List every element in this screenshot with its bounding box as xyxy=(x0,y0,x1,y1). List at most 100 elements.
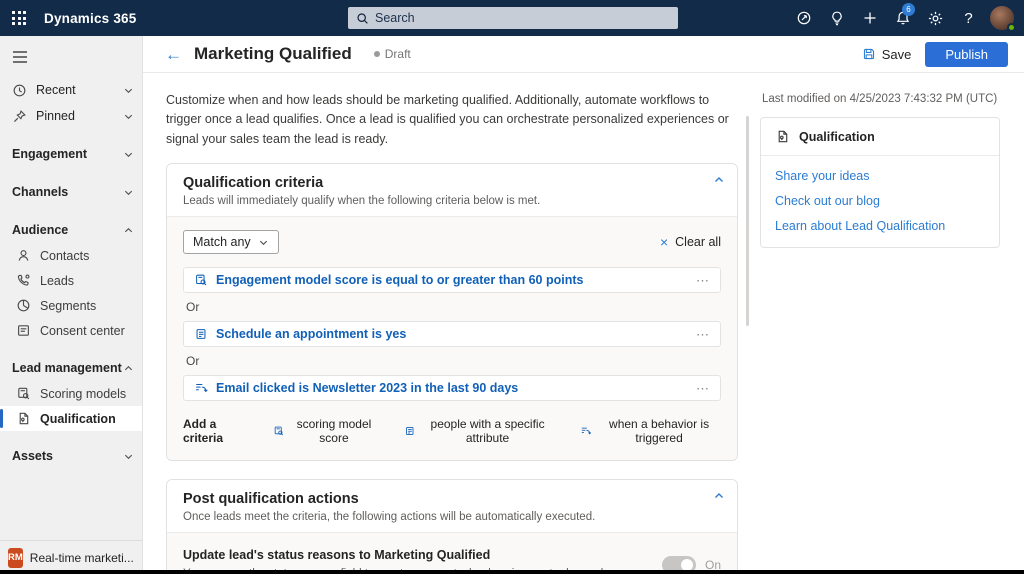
sidebar-item-qualification[interactable]: Qualification xyxy=(0,406,142,431)
or-separator: Or xyxy=(186,300,200,315)
status-badge: Draft xyxy=(373,47,411,61)
account-avatar[interactable] xyxy=(985,0,1018,36)
sidebar-group-channels[interactable]: Channels xyxy=(0,179,142,205)
environment-initials-badge: RM xyxy=(8,547,23,568)
criteria-row-email-clicked[interactable]: Email clicked is Newsletter 2023 in the … xyxy=(183,375,721,402)
content-scrollbar[interactable] xyxy=(746,116,749,326)
sidebar-item-contacts[interactable]: Contacts xyxy=(0,243,142,268)
share-ideas-link[interactable]: Share your ideas xyxy=(775,169,985,183)
chevron-down-icon xyxy=(124,190,133,195)
notification-count-badge: 6 xyxy=(902,3,915,16)
environment-switcher[interactable]: RM Real-time marketi... xyxy=(0,540,142,574)
lightbulb-icon[interactable] xyxy=(820,0,853,36)
chevron-down-icon xyxy=(124,152,133,157)
chevron-down-icon xyxy=(124,454,133,459)
add-scoring-model-score-button[interactable]: scoring model score xyxy=(273,417,378,445)
criteria-section-header: Qualification criteria Leads will immedi… xyxy=(167,164,737,217)
sidebar-item-pinned[interactable]: Pinned xyxy=(0,103,142,129)
search-input[interactable] xyxy=(375,11,670,25)
more-options-icon[interactable]: ⋯ xyxy=(696,327,710,340)
environment-name: Real-time marketi... xyxy=(29,550,134,565)
pie-chart-icon xyxy=(17,299,30,312)
sidebar-item-leads[interactable]: Leads xyxy=(0,268,142,293)
criteria-section-subtitle: Leads will immediately qualify when the … xyxy=(183,195,541,208)
criteria-section-body: Match any × Clear all Engagement model s… xyxy=(167,216,737,461)
collapse-sitemap-icon[interactable] xyxy=(0,44,142,77)
sidebar-item-label: Scoring models xyxy=(40,386,127,401)
chevron-up-icon xyxy=(124,365,133,370)
clock-icon xyxy=(13,84,26,96)
avatar xyxy=(989,6,1016,32)
window-bottom-edge xyxy=(0,570,1024,574)
sidebar-item-label: Contacts xyxy=(40,248,90,263)
chevron-down-icon xyxy=(259,240,267,245)
criteria-row-appointment[interactable]: Schedule an appointment is yes ⋯ xyxy=(183,321,721,348)
add-behavior-trigger-button[interactable]: when a behavior is triggered xyxy=(580,417,721,445)
add-specific-attribute-button[interactable]: people with a specific attribute xyxy=(404,417,554,445)
right-info-panel: Last modified on 4/25/2023 7:43:32 PM (U… xyxy=(760,91,1004,574)
insights-icon[interactable] xyxy=(787,0,820,36)
main-content: ← Marketing Qualified Draft Save Publish xyxy=(143,36,1024,574)
sidebar-group-assets[interactable]: Assets xyxy=(0,443,142,469)
add-criteria-label: Add a criteria xyxy=(183,417,224,446)
add-criteria-row: Add a criteria scoring model score peopl… xyxy=(183,417,721,445)
sidebar-group-lead-management[interactable]: Lead management xyxy=(0,355,142,381)
blog-link[interactable]: Check out our blog xyxy=(775,194,985,208)
save-floppy-icon xyxy=(863,48,874,60)
collapse-section-icon[interactable] xyxy=(713,490,725,502)
criteria-text: Email clicked is Newsletter 2023 in the … xyxy=(216,381,519,396)
more-options-icon[interactable]: ⋯ xyxy=(696,381,710,394)
page-description: Customize when and how leads should be m… xyxy=(166,93,729,146)
status-dot-icon xyxy=(373,51,380,57)
person-icon xyxy=(18,250,29,261)
publish-button[interactable]: Publish xyxy=(925,41,1008,67)
add-option-label: people with a specific attribute xyxy=(430,417,545,446)
app-window: Dynamics 365 6 ? xyxy=(0,0,1024,574)
criteria-section-title: Qualification criteria xyxy=(183,175,324,192)
sidebar-item-segments[interactable]: Segments xyxy=(0,293,142,318)
help-icon[interactable]: ? xyxy=(952,0,985,36)
more-options-icon[interactable]: ⋯ xyxy=(696,273,710,286)
last-modified-text: Last modified on 4/25/2023 7:43:32 PM (U… xyxy=(762,93,998,105)
global-search-box[interactable] xyxy=(348,7,678,29)
consent-document-icon xyxy=(18,325,29,336)
add-option-label: when a behavior is triggered xyxy=(609,417,710,446)
sidebar-item-recent[interactable]: Recent xyxy=(0,77,142,103)
site-map-sidebar: Recent Pinned Engagement Channels Audien… xyxy=(0,36,143,574)
command-bar: ← Marketing Qualified Draft Save Publish xyxy=(143,36,1024,72)
page-title: Marketing Qualified xyxy=(194,44,352,63)
actions-section-subtitle: Once leads meet the criteria, the follow… xyxy=(183,511,596,524)
actions-section-body: Update lead's status reasons to Marketin… xyxy=(167,532,737,574)
sidebar-item-label: Leads xyxy=(40,273,75,288)
sidebar-item-label: Pinned xyxy=(36,109,75,123)
sidebar-group-audience[interactable]: Audience xyxy=(0,217,142,243)
chevron-up-icon xyxy=(124,227,133,232)
help-card-title: Qualification xyxy=(799,129,875,144)
sidebar-group-engagement[interactable]: Engagement xyxy=(0,141,142,167)
sidebar-item-consent-center[interactable]: Consent center xyxy=(0,318,142,343)
clear-all-label: Clear all xyxy=(675,235,721,250)
chevron-down-icon xyxy=(124,88,133,93)
sidebar-item-scoring-models[interactable]: Scoring models xyxy=(0,381,142,406)
app-launcher-waffle-icon[interactable] xyxy=(0,0,38,36)
attribute-icon xyxy=(196,329,206,340)
collapse-section-icon[interactable] xyxy=(713,174,725,186)
criteria-text: Schedule an appointment is yes xyxy=(216,327,407,342)
match-type-dropdown[interactable]: Match any xyxy=(183,230,279,255)
notifications-bell-icon[interactable]: 6 xyxy=(886,0,919,36)
sidebar-group-label: Audience xyxy=(12,223,69,237)
or-separator: Or xyxy=(186,354,200,369)
pin-icon xyxy=(14,109,26,122)
add-icon[interactable] xyxy=(853,0,886,36)
chevron-down-icon xyxy=(124,114,133,119)
back-arrow-icon[interactable]: ← xyxy=(165,46,182,63)
sidebar-scroll-area: Recent Pinned Engagement Channels Audien… xyxy=(0,36,142,540)
save-button[interactable]: Save xyxy=(862,47,911,62)
app-title[interactable]: Dynamics 365 xyxy=(44,11,136,26)
topbar-actions: 6 ? xyxy=(787,0,1018,36)
learn-lead-qualification-link[interactable]: Learn about Lead Qualification xyxy=(775,219,985,233)
clear-all-button[interactable]: × Clear all xyxy=(660,235,721,249)
add-option-label: scoring model score xyxy=(296,417,372,446)
settings-gear-icon[interactable] xyxy=(919,0,952,36)
criteria-row-engagement-score[interactable]: Engagement model score is equal to or gr… xyxy=(183,267,721,294)
